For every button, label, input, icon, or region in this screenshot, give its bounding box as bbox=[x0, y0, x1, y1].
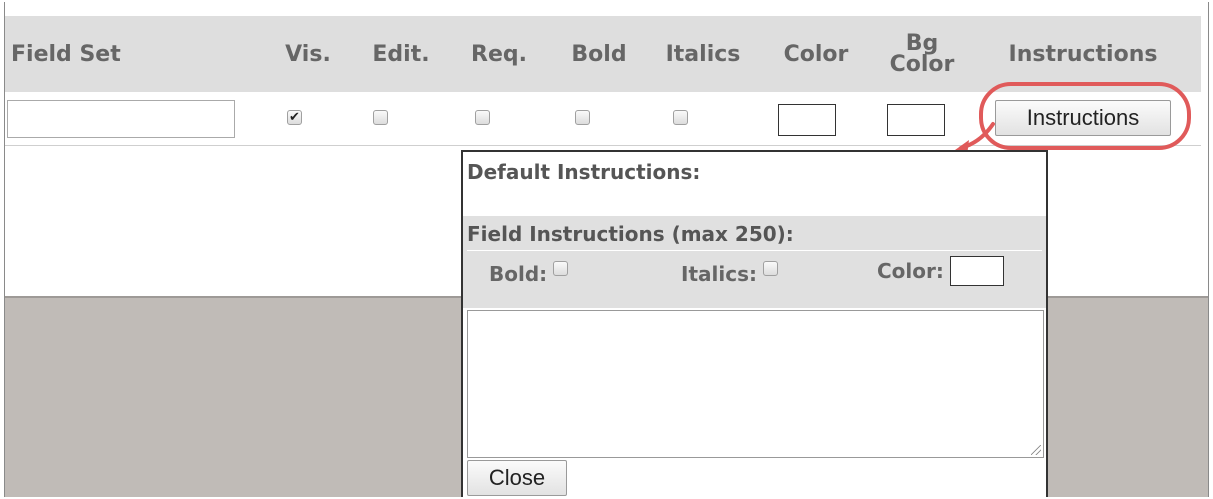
instructions-popup: Default Instructions: Field Instructions… bbox=[461, 150, 1048, 497]
req-checkbox[interactable] bbox=[475, 110, 490, 125]
header-vis: Vis. bbox=[285, 41, 331, 67]
header-req: Req. bbox=[471, 41, 527, 67]
vis-checkbox[interactable]: ✔ bbox=[287, 110, 302, 125]
popup-bold-label: Bold: bbox=[489, 262, 548, 286]
resize-grip-icon[interactable] bbox=[1031, 445, 1041, 455]
italics-checkbox[interactable] bbox=[673, 110, 688, 125]
check-icon: ✔ bbox=[289, 110, 300, 125]
popup-italics-label: Italics: bbox=[681, 262, 757, 286]
bold-checkbox[interactable] bbox=[575, 110, 590, 125]
edit-checkbox[interactable] bbox=[373, 110, 388, 125]
default-instructions-label: Default Instructions: bbox=[467, 160, 701, 184]
header-bold: Bold bbox=[571, 41, 627, 67]
header-bg-color-line1: Bg bbox=[905, 31, 939, 56]
table-header: Field Set Vis. Edit. Req. Bold Italics C… bbox=[5, 16, 1201, 92]
header-edit: Edit. bbox=[372, 41, 430, 67]
popup-color-label: Color: bbox=[877, 259, 944, 283]
header-bg-color-line2: Color bbox=[889, 52, 955, 77]
popup-bold-checkbox[interactable] bbox=[553, 260, 569, 276]
field-instructions-label: Field Instructions (max 250): bbox=[467, 222, 794, 246]
color-picker[interactable] bbox=[778, 104, 836, 136]
popup-bold-option: Bold: bbox=[489, 260, 569, 286]
header-italics: Italics bbox=[665, 41, 741, 67]
header-field-set: Field Set bbox=[11, 41, 121, 67]
popup-color-picker[interactable] bbox=[949, 256, 1004, 286]
popup-italics-option: Italics: bbox=[681, 260, 778, 286]
field-set-input[interactable] bbox=[7, 100, 235, 138]
app-frame: Field Set Vis. Edit. Req. Bold Italics C… bbox=[4, 2, 1209, 497]
close-button[interactable]: Close bbox=[467, 460, 567, 496]
field-instructions-textarea[interactable] bbox=[467, 310, 1044, 458]
section-divider bbox=[467, 250, 1042, 251]
header-bg-color: Bg Color bbox=[877, 16, 967, 92]
popup-italics-checkbox[interactable] bbox=[762, 260, 778, 276]
popup-color-option: Color: bbox=[877, 256, 1004, 286]
header-instructions: Instructions bbox=[1008, 41, 1158, 67]
header-color: Color bbox=[783, 41, 849, 67]
field-instructions-section: Field Instructions (max 250): Bold: Ital… bbox=[463, 216, 1046, 308]
annotation-highlight-ring bbox=[979, 82, 1191, 150]
